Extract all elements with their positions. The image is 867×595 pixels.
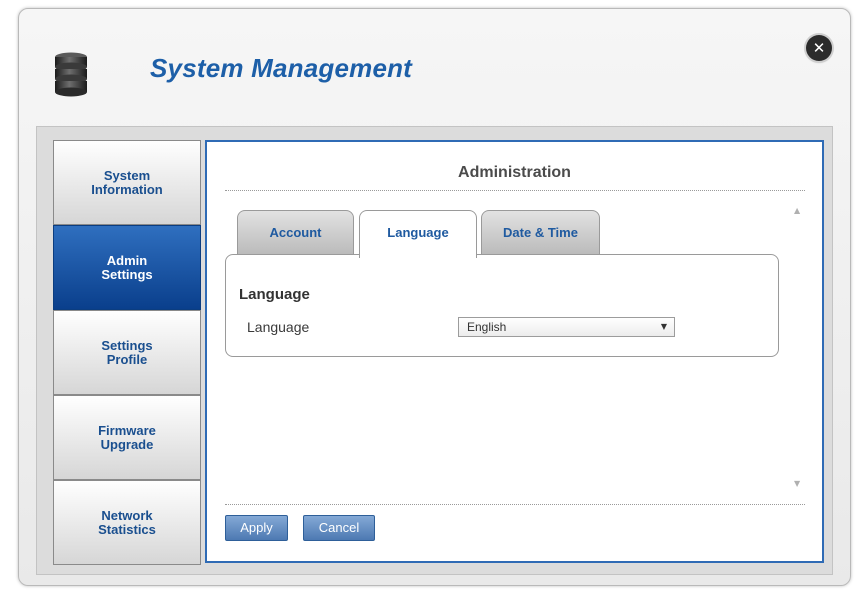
chevron-down-icon: ▼ bbox=[660, 322, 667, 331]
tab-label: Date & Time bbox=[503, 225, 578, 240]
sidebar-item-label: System Information bbox=[91, 167, 163, 197]
dialog-title: System Management bbox=[150, 53, 413, 83]
language-panel: Language Language English ▼ bbox=[225, 254, 779, 357]
language-field-label: Language bbox=[247, 319, 310, 335]
sidebar-item-label: Firmware Upgrade bbox=[98, 422, 156, 452]
sidebar-item-label: Admin Settings bbox=[101, 252, 153, 282]
tab-language[interactable]: Language bbox=[359, 210, 477, 258]
tab-date-time[interactable]: Date & Time bbox=[481, 210, 600, 256]
close-icon[interactable]: ✕ bbox=[806, 35, 832, 61]
sidebar-item-settings-profile[interactable]: Settings Profile bbox=[53, 310, 201, 395]
database-icon bbox=[55, 52, 87, 97]
language-select-value: English bbox=[467, 320, 507, 334]
sidebar-item-admin-settings[interactable]: Admin Settings bbox=[53, 225, 201, 310]
sidebar-nav: System Information Admin Settings Settin… bbox=[53, 140, 201, 565]
divider bbox=[225, 504, 805, 505]
section-title: Administration bbox=[458, 164, 571, 181]
tab-account[interactable]: Account bbox=[237, 210, 354, 256]
sidebar-item-system-information[interactable]: System Information bbox=[53, 140, 201, 225]
language-heading: Language bbox=[239, 286, 310, 303]
tab-label: Account bbox=[269, 225, 322, 240]
sidebar-item-label: Settings Profile bbox=[101, 337, 153, 367]
scroll-down-arrow[interactable]: ▼ bbox=[794, 479, 800, 488]
sidebar-item-label: Network Statistics bbox=[98, 507, 156, 537]
scroll-up-arrow[interactable]: ▲ bbox=[794, 206, 800, 215]
cancel-button[interactable]: Cancel bbox=[303, 515, 375, 541]
language-select[interactable]: English ▼ bbox=[458, 317, 675, 337]
divider bbox=[225, 190, 805, 191]
apply-button[interactable]: Apply bbox=[225, 515, 288, 541]
sidebar-item-network-statistics[interactable]: Network Statistics bbox=[53, 480, 201, 565]
tab-label: Language bbox=[387, 225, 449, 240]
content-area: Administration ▲ ▼ Account Language Date… bbox=[205, 140, 824, 563]
sidebar-item-firmware-upgrade[interactable]: Firmware Upgrade bbox=[53, 395, 201, 480]
